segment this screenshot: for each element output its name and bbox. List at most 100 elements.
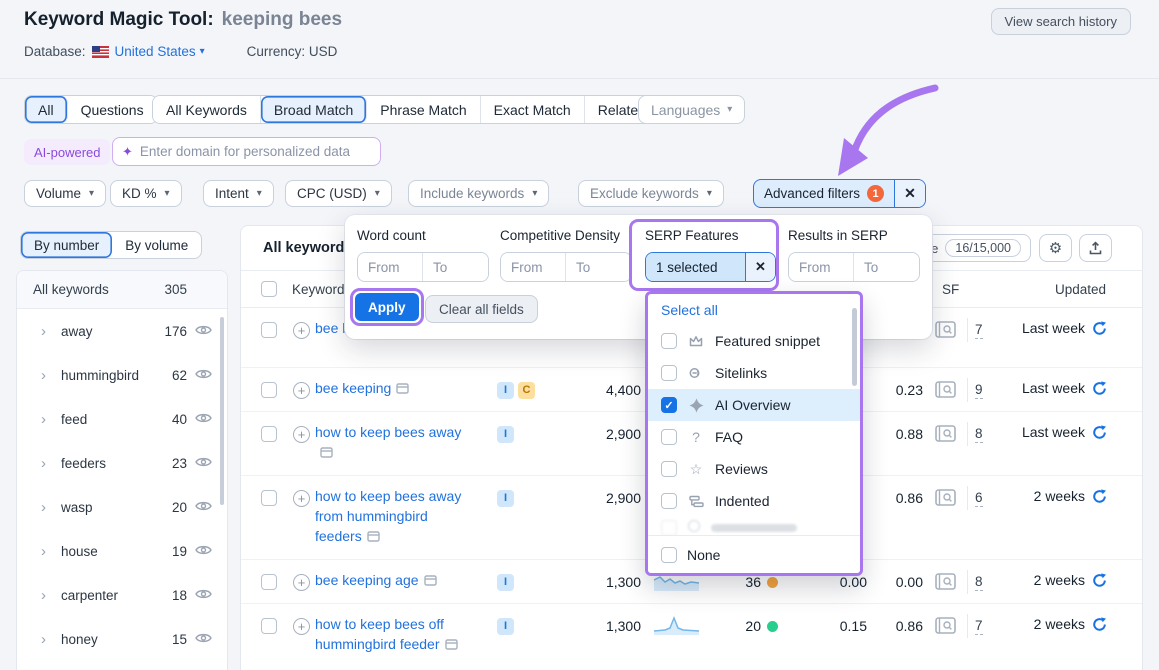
serp-page-icon[interactable] [320,447,333,458]
eye-icon[interactable] [195,368,212,380]
keyword-link[interactable]: how to keep bees away from hummingbird f… [315,486,477,546]
results-from-input[interactable] [789,253,854,281]
refresh-icon[interactable] [1092,489,1107,504]
tab-broad-match[interactable]: Broad Match [261,96,367,123]
clear-advanced-filters-button[interactable]: ✕ [894,180,925,207]
chevron-right-icon[interactable]: › [41,631,46,648]
row-checkbox[interactable] [261,320,277,340]
eye-icon[interactable] [195,544,212,556]
database-selector[interactable]: United States ▾ [115,44,205,59]
keyword-link[interactable]: bee keeping [315,378,477,398]
intent-filter[interactable]: Intent▾ [203,180,274,207]
chevron-right-icon[interactable]: › [41,367,46,384]
serp-preview-icon[interactable] [935,321,956,338]
eye-icon[interactable] [195,500,212,512]
tab-phrase-match[interactable]: Phrase Match [367,96,480,123]
languages-dropdown[interactable]: Languages ▾ [638,95,745,124]
column-updated[interactable]: Updated [1055,282,1106,297]
intent-informational-badge[interactable]: I [497,618,514,635]
cpc-filter[interactable]: CPC (USD)▾ [285,180,392,207]
word-count-from-input[interactable] [358,253,423,281]
sort-by-number-tab[interactable]: By number [21,232,112,258]
tab-exact-match[interactable]: Exact Match [481,96,585,123]
option-featured-snippet[interactable]: Featured snippet [648,325,860,357]
add-keyword-button[interactable]: + [293,320,310,340]
column-keyword[interactable]: Keyword [292,282,345,297]
row-checkbox[interactable] [261,616,277,636]
intent-informational-badge[interactable]: I [497,574,514,591]
all-keywords-group[interactable]: All keywords 305 [17,271,227,309]
chevron-right-icon[interactable]: › [41,587,46,604]
sf-count[interactable]: 8 [975,572,983,592]
checkbox[interactable] [661,429,677,445]
group-row-carpenter[interactable]: › carpenter18 [17,573,227,617]
sf-count[interactable]: 8 [975,424,983,444]
serp-preview-icon[interactable] [935,617,956,634]
serp-preview-icon[interactable] [935,425,956,442]
add-keyword-button[interactable]: + [293,488,310,508]
option-ai-overview[interactable]: ✓ AI Overview [648,389,860,421]
checkbox[interactable] [661,547,677,563]
checkbox[interactable] [661,365,677,381]
volume-filter[interactable]: Volume▾ [24,180,106,207]
intent-commercial-badge[interactable]: C [518,382,535,399]
intent-informational-badge[interactable]: I [497,490,514,507]
exclude-keywords-filter[interactable]: Exclude keywords▾ [578,180,724,207]
refresh-icon[interactable] [1092,321,1107,336]
option-indented[interactable]: Indented [648,485,860,517]
tab-questions[interactable]: Questions [68,96,157,123]
group-row-house[interactable]: › house19 [17,529,227,573]
apply-button[interactable]: Apply [355,293,419,321]
refresh-icon[interactable] [1092,573,1107,588]
tab-all[interactable]: All [25,96,68,123]
option-reviews[interactable]: ☆ Reviews [648,453,860,485]
domain-input[interactable] [140,144,371,159]
checkbox[interactable] [661,461,677,477]
sf-count[interactable]: 9 [975,380,983,400]
column-sf[interactable]: SF [942,282,959,297]
cd-from-input[interactable] [501,253,566,281]
row-checkbox[interactable] [261,380,277,400]
eye-icon[interactable] [195,412,212,424]
serp-preview-icon[interactable] [935,381,956,398]
cd-to-input[interactable] [566,253,631,281]
tab-all-keywords[interactable]: All Keywords [153,96,261,123]
sort-by-volume-tab[interactable]: By volume [112,232,201,258]
word-count-to-input[interactable] [423,253,488,281]
serp-preview-icon[interactable] [935,573,956,590]
clear-serp-selection-button[interactable]: ✕ [745,253,775,281]
sf-count[interactable]: 6 [975,488,983,508]
chevron-right-icon[interactable]: › [41,411,46,428]
table-settings-button[interactable]: ⚙ [1039,234,1072,262]
refresh-icon[interactable] [1092,617,1107,632]
serp-page-icon[interactable] [445,639,458,650]
results-to-input[interactable] [854,253,919,281]
checkbox[interactable] [661,333,677,349]
add-keyword-button[interactable]: + [293,616,310,636]
option-sitelinks[interactable]: Sitelinks [648,357,860,389]
refresh-icon[interactable] [1092,381,1107,396]
refresh-icon[interactable] [1092,425,1107,440]
keyword-link[interactable]: how to keep bees away [315,422,477,462]
group-row-away[interactable]: › away176 [17,309,227,353]
include-keywords-filter[interactable]: Include keywords▾ [408,180,549,207]
eye-icon[interactable] [195,632,212,644]
eye-icon[interactable] [195,456,212,468]
kd-filter[interactable]: KD %▾ [110,180,182,207]
chevron-right-icon[interactable]: › [41,323,46,340]
select-all-link[interactable]: Select all [648,294,860,325]
option-none[interactable]: None [648,535,860,573]
eye-icon[interactable] [195,588,212,600]
intent-informational-badge[interactable]: I [497,426,514,443]
serp-page-icon[interactable] [396,383,409,394]
row-checkbox[interactable] [261,572,277,592]
group-row-hummingbird[interactable]: › hummingbird62 [17,353,227,397]
row-checkbox[interactable] [261,488,277,508]
sf-count[interactable]: 7 [975,616,983,636]
option-faq[interactable]: ? FAQ [648,421,860,453]
group-row-honey[interactable]: › honey15 [17,617,227,661]
serp-features-select[interactable]: 1 selected ✕ [645,252,776,282]
keyword-link[interactable]: bee keeping age [315,570,477,590]
add-keyword-button[interactable]: + [293,424,310,444]
serp-page-icon[interactable] [424,575,437,586]
